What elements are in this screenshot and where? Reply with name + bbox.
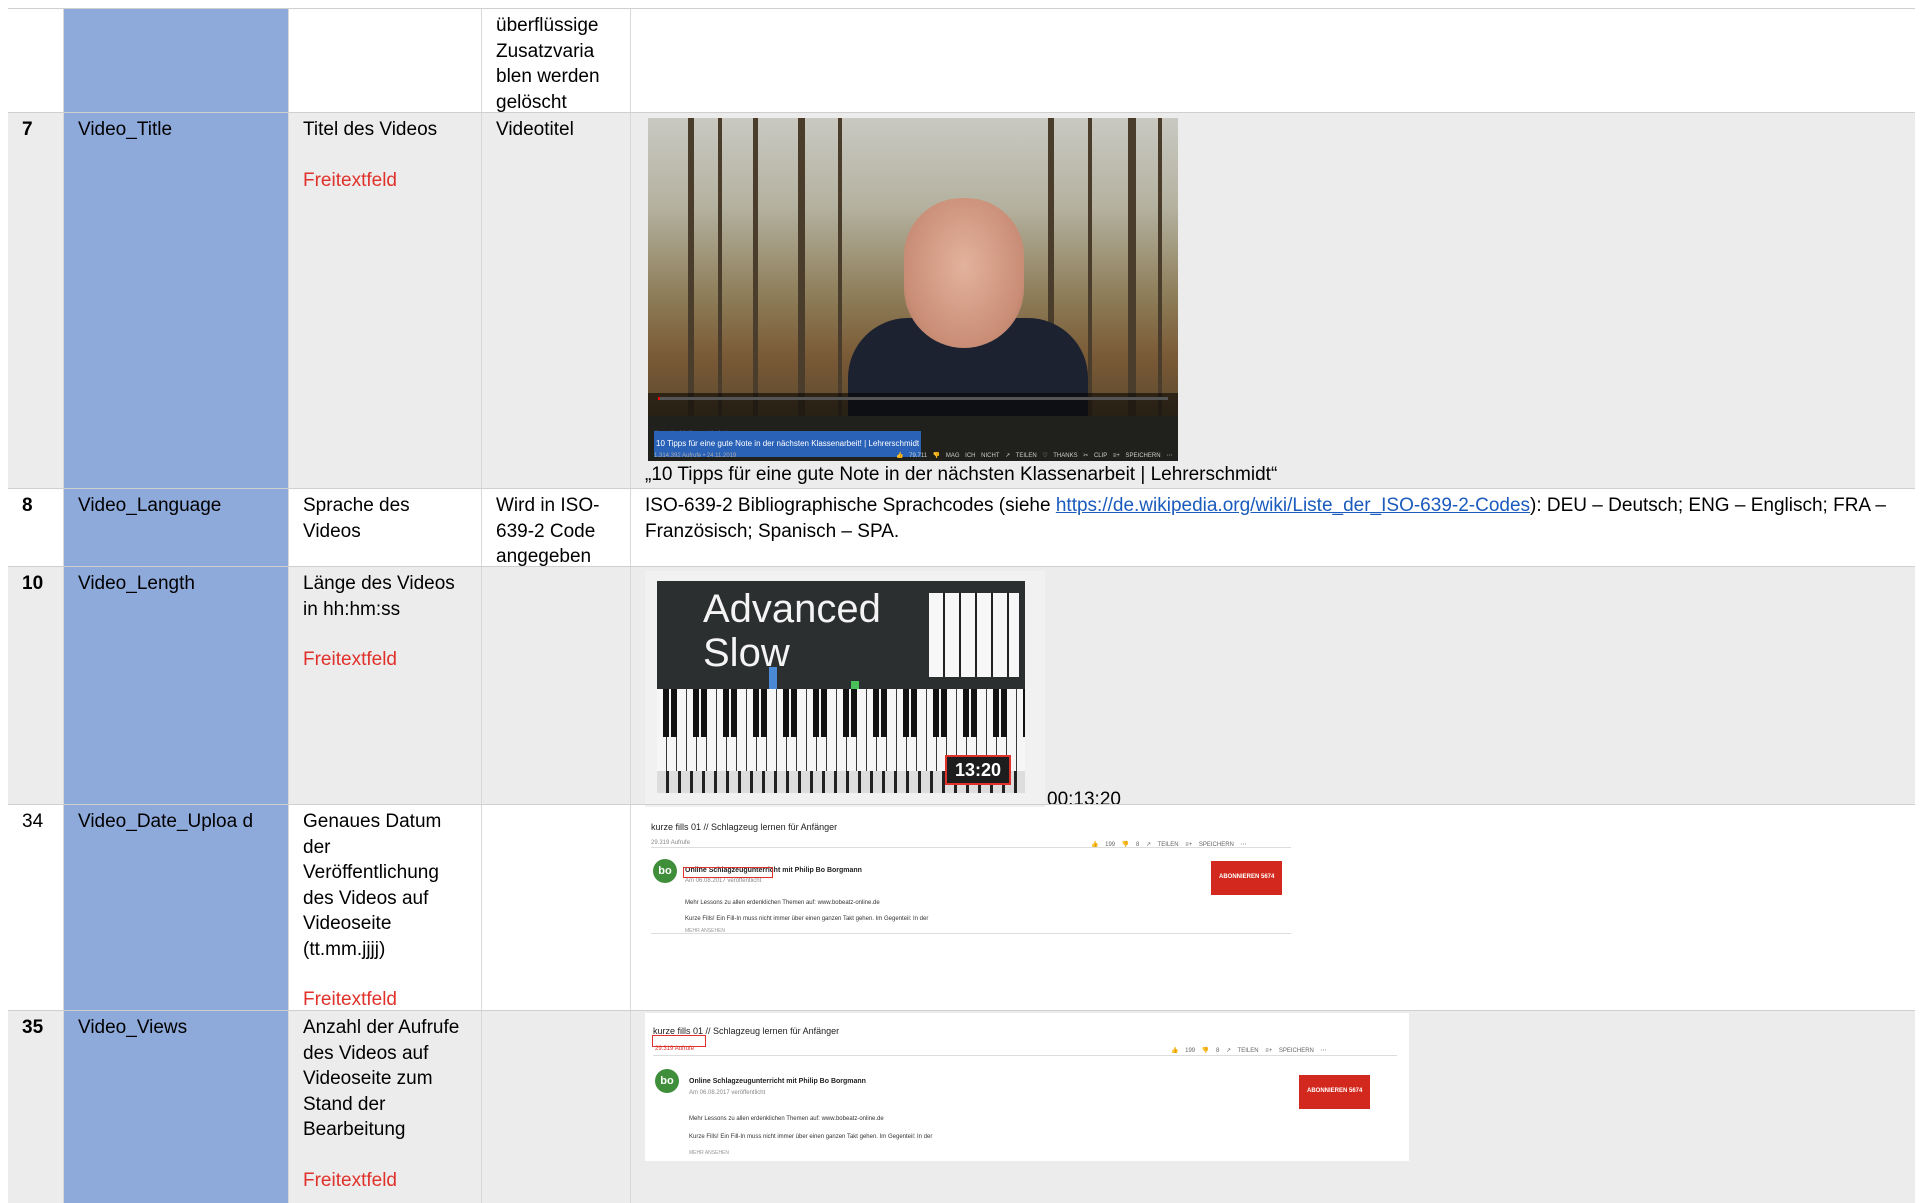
person-face bbox=[904, 198, 1024, 348]
variable-name: Video_Title bbox=[64, 113, 289, 489]
variable-example: ISO-639-2 Bibliographische Sprachcodes (… bbox=[631, 489, 1915, 567]
yt-view-count: 29.319 Aufrufe bbox=[651, 840, 691, 846]
table-row: 35 Video_Views Anzahl der Aufrufe des Vi… bbox=[8, 1010, 1915, 1203]
field-type-label: Freitextfeld bbox=[303, 1169, 397, 1191]
table-row: überflüssige Zusatzvaria blen werden gel… bbox=[8, 8, 1915, 113]
variable-note bbox=[482, 567, 631, 805]
video-length-screenshot: Advanced Slow 13:20 bbox=[645, 571, 1045, 807]
thumbnail-text: Advanced Slow bbox=[703, 587, 881, 675]
row-number: 10 bbox=[8, 567, 64, 805]
variable-table: überflüssige Zusatzvaria blen werden gel… bbox=[8, 8, 1915, 1203]
video-actions: 👍 79.711 👎 MAG ICH NICHT ↗ TEILEN ♡ THAN… bbox=[896, 453, 1173, 459]
variable-example: kurze fills 01 // Schlagzeug lernen für … bbox=[631, 805, 1915, 1011]
field-type-label: Freitextfeld bbox=[303, 649, 397, 670]
table-row: 7 Video_Title Titel des Videos Freitextf… bbox=[8, 112, 1915, 489]
duration-badge: 13:20 bbox=[945, 755, 1012, 785]
video-title-screenshot: #lagschmidt #lernen #schule 10 Tipps für… bbox=[648, 118, 1178, 461]
views-highlight-box bbox=[652, 1035, 706, 1047]
wikipedia-link[interactable]: https://de.wikipedia.org/wiki/Liste_der_… bbox=[1056, 495, 1530, 516]
progress-bar bbox=[658, 397, 1168, 400]
variable-note bbox=[482, 1011, 631, 1203]
field-type-label: Freitextfeld bbox=[303, 169, 397, 191]
description-text: Genaues Datum der Veröffentlichung des V… bbox=[303, 811, 442, 960]
yt-actions: 👍 199 👎 8 ↗ TEILEN ≡+ SPEICHERN ⋯ bbox=[1171, 1048, 1327, 1054]
channel-logo: bo bbox=[655, 1069, 679, 1093]
variable-name: Video_Length bbox=[64, 567, 289, 805]
variable-description bbox=[289, 9, 482, 113]
yt-subscribe-button: ABONNIEREN 5674 bbox=[1211, 861, 1283, 895]
view-count-screenshot: kurze fills 01 // Schlagzeug lernen für … bbox=[645, 1013, 1409, 1161]
variable-name: Video_Views bbox=[64, 1011, 289, 1203]
variable-name: Video_Date_Uploa d bbox=[64, 805, 289, 1011]
field-type-label: Freitextfeld bbox=[303, 989, 397, 1010]
variable-note bbox=[482, 805, 631, 1011]
variable-description: Sprache des Videos bbox=[289, 489, 482, 567]
variable-description: Länge des Videos in hh:hm:ss Freitextfel… bbox=[289, 567, 482, 805]
variable-example: #lagschmidt #lernen #schule 10 Tipps für… bbox=[631, 113, 1915, 489]
piano-keys-inset bbox=[929, 593, 1019, 677]
yt-actions: 👍 199 👎 8 ↗ TEILEN ≡+ SPEICHERN ⋯ bbox=[1091, 842, 1247, 848]
description-text: Länge des Videos in hh:hm:ss bbox=[303, 573, 455, 620]
row-number: 7 bbox=[8, 113, 64, 489]
yt-show-more: MEHR ANSEHEN bbox=[689, 1150, 730, 1156]
table-row: 10 Video_Length Länge des Videos in hh:h… bbox=[8, 566, 1915, 810]
row-number bbox=[8, 9, 64, 113]
row-number: 34 bbox=[8, 805, 64, 1011]
variable-description: Genaues Datum der Veröffentlichung des V… bbox=[289, 805, 482, 1011]
video-meta: 1.314.392 Aufrufe • 24.11.2019 bbox=[654, 453, 737, 459]
channel-logo: bo bbox=[653, 859, 677, 883]
variable-description: Titel des Videos Freitextfeld bbox=[289, 113, 482, 489]
row-number: 35 bbox=[8, 1011, 64, 1203]
variable-example bbox=[631, 9, 1915, 113]
yt-upload-date: Am 06.08.2017 veröffentlicht bbox=[689, 1090, 766, 1096]
variable-example: kurze fills 01 // Schlagzeug lernen für … bbox=[631, 1011, 1915, 1203]
upload-date-screenshot: kurze fills 01 // Schlagzeug lernen für … bbox=[651, 811, 1311, 941]
variable-name: Video_Language bbox=[64, 489, 289, 567]
variable-description: Anzahl der Aufrufe des Videos auf Videos… bbox=[289, 1011, 482, 1203]
description-text: Anzahl der Aufrufe des Videos auf Videos… bbox=[303, 1017, 460, 1140]
variable-note: Videotitel bbox=[482, 113, 631, 489]
date-highlight-box bbox=[683, 867, 773, 878]
example-text: ISO-639-2 Bibliographische Sprachcodes (… bbox=[645, 495, 1056, 516]
variable-example: Advanced Slow 13:20 00:13:20 bbox=[631, 567, 1915, 810]
table-row: 8 Video_Language Sprache des Videos Wird… bbox=[8, 488, 1915, 567]
yt-subscribe-button: ABONNIEREN 5674 bbox=[1299, 1075, 1371, 1109]
description-text: Titel des Videos bbox=[303, 119, 438, 140]
variable-note: Wird in ISO-639-2 Code angegeben bbox=[482, 489, 631, 567]
variable-name bbox=[64, 9, 289, 113]
row-number: 8 bbox=[8, 489, 64, 567]
example-caption: „10 Tipps für eine gute Note in der näch… bbox=[645, 464, 1278, 485]
forest-scene-image bbox=[648, 118, 1178, 416]
table-row: 34 Video_Date_Uploa d Genaues Datum der … bbox=[8, 804, 1915, 1011]
yt-show-more: MEHR ANSEHEN bbox=[685, 928, 726, 934]
variable-note: überflüssige Zusatzvaria blen werden gel… bbox=[482, 9, 631, 113]
